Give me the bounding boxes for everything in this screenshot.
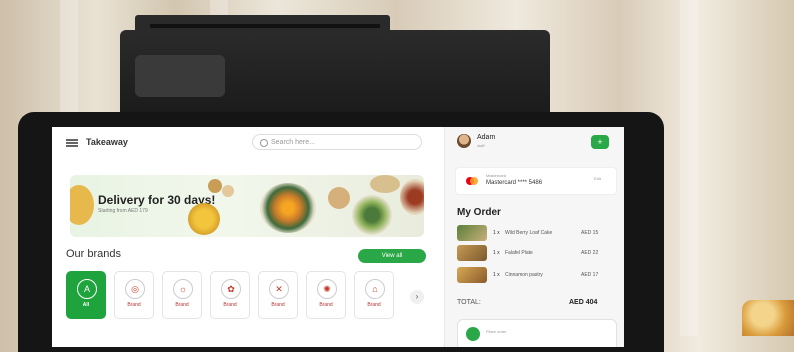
food-image [742,300,794,336]
printer-lid [135,55,225,97]
checkout-button[interactable]: Place order [457,319,617,347]
order-item[interactable]: 1 x Cinnamon pastry AED 17 [457,267,615,285]
item-name: Wild Berry Loaf Cake [505,230,553,236]
search-icon [260,139,268,147]
total-label: TOTAL: [457,299,481,306]
food-image [328,187,350,209]
food-image [222,185,234,197]
printer-paper-slot [150,24,380,28]
search-input[interactable]: Search here... [252,134,422,150]
brand-logo-icon: A [77,279,97,299]
brand-logo-icon: ✕ [269,279,289,299]
avatar [457,134,471,148]
item-qty: 1 x [493,230,500,236]
item-thumbnail [457,245,487,261]
brand-tile[interactable]: ⌂ Brand [354,271,394,319]
payment-card[interactable]: Mastercard Mastercard **** 5486 Edit [455,167,617,195]
brand-tile[interactable]: A All [66,271,106,319]
brand-tile[interactable]: ☼ Brand [162,271,202,319]
food-image [70,185,94,225]
brand-tile[interactable]: ✺ Brand [306,271,346,319]
background-curtain [680,0,698,336]
food-image [188,203,220,235]
user-name: Adam [477,134,496,141]
order-title: My Order [457,207,501,218]
item-qty: 1 x [493,272,500,278]
search-placeholder: Search here... [271,139,315,146]
pos-screen: Takeaway Search here... Delivery for 30 … [52,127,624,347]
payment-number: Mastercard **** 5486 [486,180,543,186]
payment-edit-link[interactable]: Edit [594,176,601,181]
brand-name: All [82,302,90,308]
checkout-icon [466,327,480,341]
food-image [370,175,400,193]
payment-label: Mastercard [486,173,507,178]
item-qty: 1 x [493,250,500,256]
brand-tile[interactable]: ✕ Brand [258,271,298,319]
brands-title: Our brands [66,248,122,260]
item-price: AED 22 [581,250,599,256]
checkout-label: Place order [486,329,507,334]
brand-name: Brand [127,302,141,308]
food-image [400,179,424,215]
brand-logo-icon: ✺ [317,279,337,299]
menu-pane: Takeaway Search here... Delivery for 30 … [52,127,444,347]
brand-name: Brand [175,302,189,308]
item-thumbnail [457,225,487,241]
food-image [260,183,316,233]
brand-logo-icon: ✿ [221,279,241,299]
order-item[interactable]: 1 x Falafel Plate AED 22 [457,245,615,263]
item-price: AED 15 [581,230,599,236]
brand-name: Brand [367,302,381,308]
item-price: AED 17 [581,272,599,278]
view-all-button[interactable]: View all [358,249,426,263]
brand-name: Brand [319,302,333,308]
brand-logo-icon: ⌂ [365,279,385,299]
chevron-right-icon[interactable]: › [410,290,424,304]
total-value: AED 404 [569,299,598,306]
brand-name: Brand [223,302,237,308]
add-button[interactable]: + [591,135,609,149]
item-name: Cinnamon pastry [505,272,543,278]
item-thumbnail [457,267,487,283]
user-role: staff [477,143,485,148]
food-image [208,179,222,193]
brand-name: Brand [271,302,285,308]
food-image [352,195,392,235]
brand-logo-icon: ◎ [125,279,145,299]
app-brand: Takeaway [86,137,128,147]
order-pane: Adam staff + Mastercard Mastercard **** … [444,127,624,347]
item-name: Falafel Plate [505,250,533,256]
order-item[interactable]: 1 x Wild Berry Loaf Cake AED 15 [457,225,615,243]
brand-tile[interactable]: ✿ Brand [210,271,250,319]
mastercard-icon [466,177,478,185]
brand-tile[interactable]: ◎ Brand [114,271,154,319]
brand-logo-icon: ☼ [173,279,193,299]
menu-icon[interactable] [66,139,78,147]
promo-banner[interactable]: Delivery for 30 days! Starting from AED … [70,175,424,237]
